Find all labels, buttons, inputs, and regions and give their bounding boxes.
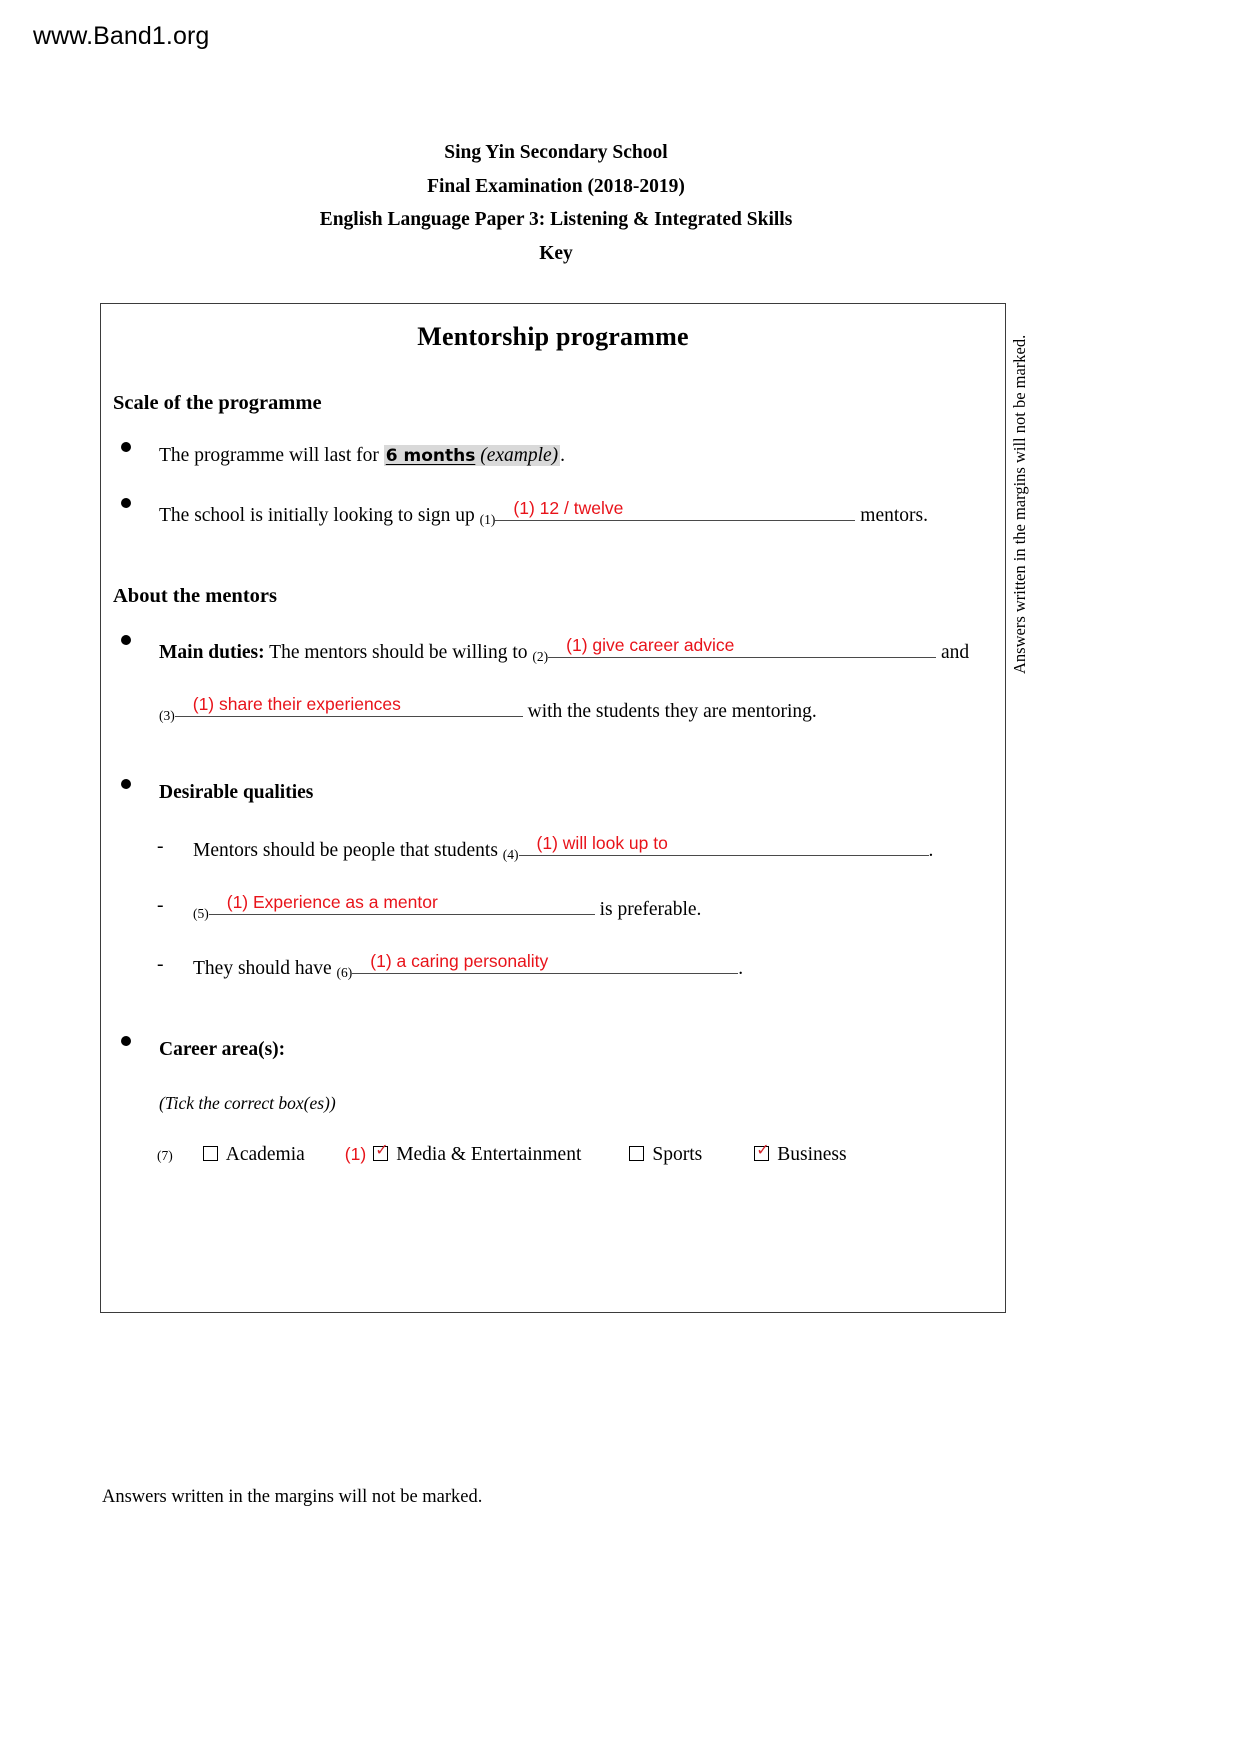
checkbox-label-sports: Sports	[652, 1144, 703, 1165]
section-heading-mentors: About the mentors	[113, 585, 277, 607]
bullet-question-1: The school is initially looking to sign …	[113, 497, 1005, 532]
quality-item-5-body: (5)(1) Experience as a mentor is prefera…	[193, 891, 1005, 926]
bullet-dot-icon	[121, 779, 131, 789]
dash-marker: -	[157, 895, 164, 916]
duties-text-before: The mentors should be willing to	[264, 642, 533, 663]
site-watermark: www.Band1.org	[33, 22, 210, 50]
tick-instruction: (Tick the correct box(es))	[159, 1093, 336, 1113]
answer-blank-5[interactable]: (1) Experience as a mentor	[208, 891, 595, 915]
bullet-desirable-qualities: Desirable qualities	[113, 778, 1005, 808]
bullet-question-1-body: The school is initially looking to sign …	[159, 497, 1005, 532]
exam-title: Final Examination (2018-2019)	[427, 175, 685, 197]
dash-marker: -	[157, 836, 164, 857]
answer-blank-6[interactable]: (1) a caring personality	[352, 950, 739, 974]
question-number-4: (4)	[502, 847, 519, 862]
main-duties-label: Main duties:	[159, 642, 265, 663]
question-number-7: (7)	[157, 1148, 173, 1163]
example-tag: (example)	[480, 445, 559, 466]
quality-item-6: - They should have (6)(1) a caring perso…	[157, 950, 1005, 985]
checkbox-option-business[interactable]: ✓ Business	[754, 1142, 847, 1166]
bullet-dot-icon	[121, 498, 131, 508]
duties-conjunction: and	[936, 642, 970, 663]
bullet-dot-icon	[121, 442, 131, 452]
bullet-example-body: The programme will last for 6 months (ex…	[159, 441, 1005, 471]
career-mark-score: (1)	[344, 1144, 367, 1164]
checkbox-label-media-entertainment: Media & Entertainment	[396, 1144, 582, 1165]
q4-text-after: .	[928, 840, 934, 861]
section-heading-scale: Scale of the programme	[113, 392, 322, 414]
q6-text-before: They should have	[193, 958, 337, 979]
q1-text-before: The school is initially looking to sign …	[159, 505, 480, 526]
q1-text-after: mentors.	[855, 505, 928, 526]
check-mark-icon: ✓	[756, 1140, 770, 1159]
answer-sheet-box: Mentorship programme Scale of the progra…	[100, 303, 1006, 1313]
duties-text-after: with the students they are mentoring.	[522, 701, 817, 722]
checkbox-option-academia[interactable]: Academia	[202, 1144, 305, 1166]
bullet-career-areas: Career area(s):	[113, 1035, 1005, 1065]
exam-answer-key-page: www.Band1.org Sing Yin Secondary School …	[0, 0, 1240, 1754]
checkbox-label-business: Business	[777, 1144, 847, 1165]
main-duties-line-2: (3)(1) share their experiences with the …	[113, 693, 1005, 728]
dash-marker: -	[157, 954, 164, 975]
quality-item-4-body: Mentors should be people that students (…	[193, 832, 1005, 867]
checkbox-option-media-entertainment[interactable]: ✓ Media & Entertainment	[373, 1142, 582, 1166]
example-highlight: 6 months (example)	[383, 445, 561, 466]
question-number-2: (2)	[532, 649, 549, 664]
q5-text-after: is preferable.	[594, 899, 702, 920]
quality-item-5: - (5)(1) Experience as a mentor is prefe…	[157, 891, 1005, 926]
bullet-main-duties: Main duties: The mentors should be willi…	[113, 634, 1005, 669]
question-number-5: (5)	[193, 906, 209, 921]
checkbox-option-sports[interactable]: Sports	[629, 1144, 702, 1166]
example-text-after: .	[560, 445, 566, 466]
example-text-before: The programme will last for	[159, 445, 384, 466]
bullet-dot-icon	[121, 1036, 131, 1046]
margin-warning-note: Answers written in the margins will not …	[1010, 334, 1029, 674]
quality-item-6-body: They should have (6)(1) a caring persona…	[193, 950, 1005, 985]
answer-blank-2[interactable]: (1) give career advice	[548, 634, 937, 658]
q4-text-before: Mentors should be people that students	[193, 840, 503, 861]
answer-blank-4[interactable]: (1) will look up to	[518, 832, 929, 856]
main-duties-line-2-body: (3)(1) share their experiences with the …	[159, 693, 1005, 728]
checkbox-checked-icon[interactable]: ✓	[754, 1142, 770, 1161]
document-header: Sing Yin Secondary School Final Examinat…	[0, 136, 1112, 270]
footer-warning-note: Answers written in the margins will not …	[102, 1487, 483, 1507]
main-duties-body: Main duties: The mentors should be willi…	[159, 634, 1005, 669]
quality-item-4: - Mentors should be people that students…	[157, 832, 1005, 867]
q6-text-after: .	[738, 958, 744, 979]
paper-title: English Language Paper 3: Listening & In…	[319, 209, 793, 230]
answer-blank-1[interactable]: (1) 12 / twelve	[495, 497, 856, 521]
checkbox-checked-icon[interactable]: ✓	[373, 1142, 389, 1161]
career-checkbox-row: (7) Academia (1) ✓ Media & Entertainment…	[157, 1142, 1005, 1166]
checkbox-label-academia: Academia	[225, 1144, 305, 1165]
key-label: Key	[539, 242, 573, 264]
check-mark-icon: ✓	[375, 1140, 389, 1159]
question-number-3: (3)	[159, 708, 175, 723]
example-answer: 6 months	[385, 446, 476, 466]
answer-blank-3[interactable]: (1) share their experiences	[174, 693, 523, 717]
bullet-example: The programme will last for 6 months (ex…	[113, 441, 1005, 471]
bullet-dot-icon	[121, 635, 131, 645]
box-title: Mentorship programme	[417, 322, 689, 351]
career-areas-heading: Career area(s):	[159, 1039, 286, 1060]
school-name: Sing Yin Secondary School	[444, 142, 668, 163]
checkbox-icon[interactable]	[629, 1146, 645, 1161]
question-number-1: (1)	[479, 512, 496, 527]
checkbox-icon[interactable]	[202, 1146, 218, 1161]
question-number-6: (6)	[336, 965, 353, 980]
desirable-qualities-heading: Desirable qualities	[159, 782, 314, 803]
